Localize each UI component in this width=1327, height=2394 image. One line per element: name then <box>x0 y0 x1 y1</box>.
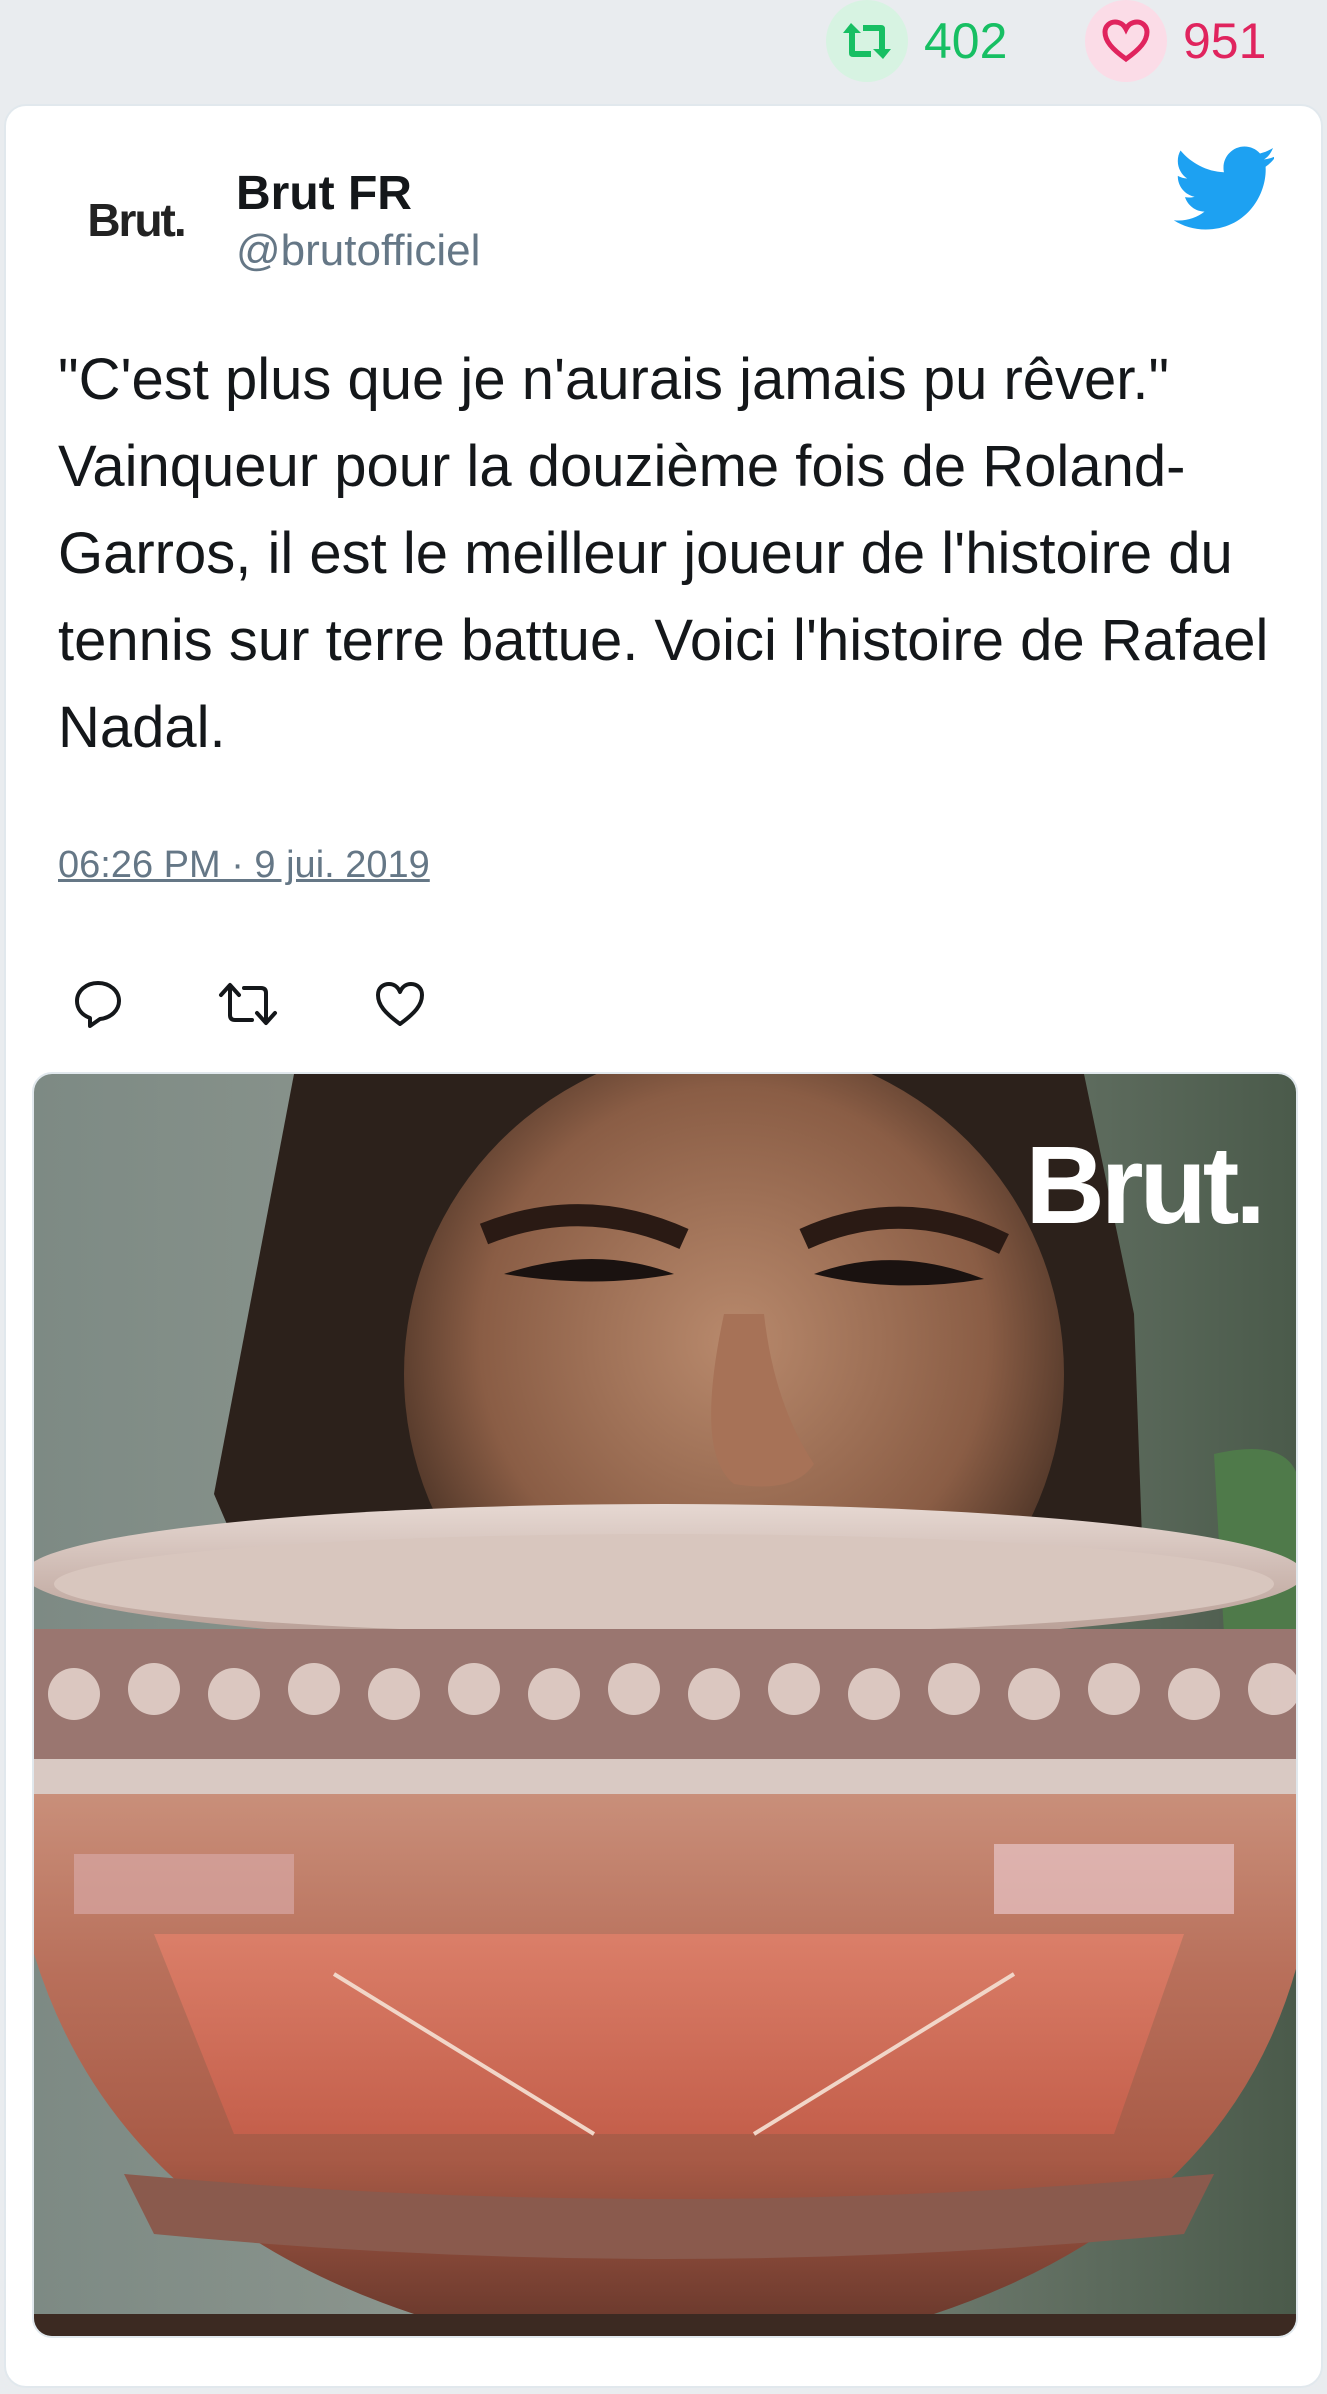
media-watermark: Brut. <box>1025 1124 1266 1247</box>
retweet-count: 402 <box>924 13 1008 69</box>
like-count: 951 <box>1183 13 1267 69</box>
tweet-card[interactable]: Brut. Brut FR @brutofficiel "C'est plus … <box>4 104 1323 2388</box>
engagement-stats: 402 951 <box>0 0 1327 104</box>
author-name[interactable]: Brut FR <box>236 166 412 221</box>
twitter-bird-icon[interactable] <box>1173 146 1276 230</box>
author-handle[interactable]: @brutofficiel <box>236 226 480 276</box>
like-stat[interactable]: 951 <box>1085 0 1266 82</box>
retweet-stat[interactable]: 402 <box>826 0 1007 82</box>
tweet-text: "C'est plus que je n'aurais jamais pu rê… <box>58 347 1269 760</box>
like-action-icon[interactable] <box>360 964 440 1044</box>
reply-icon[interactable] <box>58 964 138 1044</box>
tweet-media-image[interactable]: Brut. <box>32 1072 1298 2338</box>
avatar[interactable]: Brut. <box>56 180 216 260</box>
heart-icon <box>1085 0 1167 82</box>
tweet-timestamp[interactable]: 06:26 PM · 9 jui. 2019 <box>58 844 430 887</box>
retweet-icon <box>826 0 908 82</box>
retweet-action-icon[interactable] <box>208 964 288 1044</box>
